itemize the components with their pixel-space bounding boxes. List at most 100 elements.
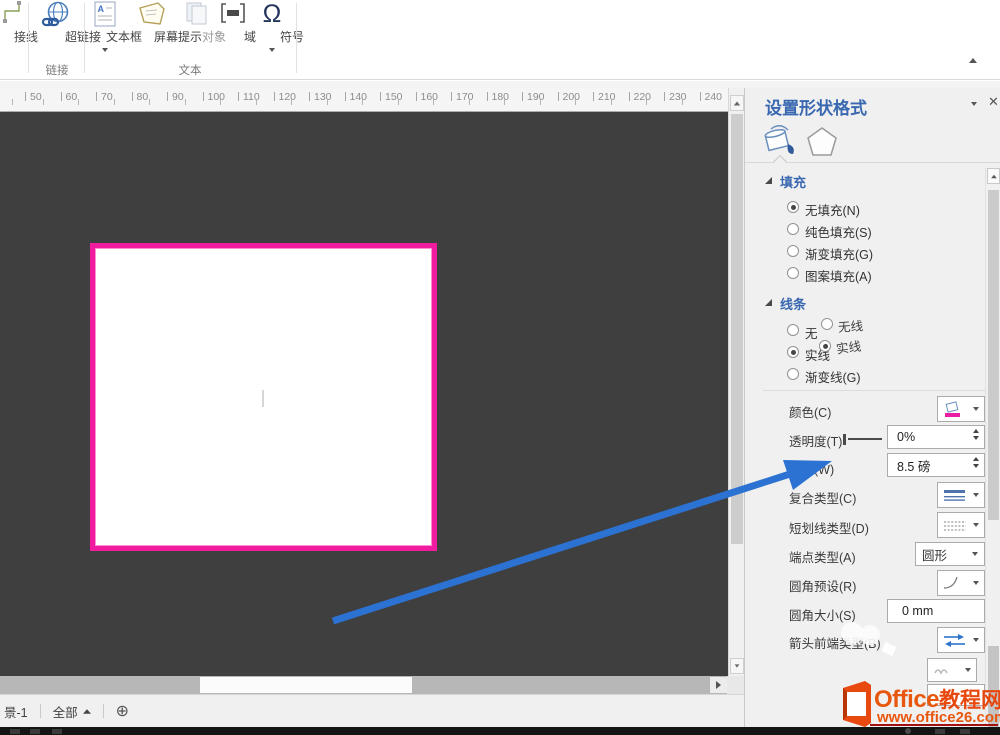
ruler-tick — [646, 99, 647, 105]
taskbar-icon[interactable] — [10, 729, 20, 734]
ruler-number: 120 — [279, 91, 297, 103]
ruler-tick — [185, 99, 186, 105]
round-size-value: 0 mm — [902, 604, 933, 618]
transparency-slider-track[interactable] — [848, 438, 882, 440]
round-preset-label: 圆角预设(R) — [789, 576, 856, 595]
vertical-scrollbar[interactable] — [728, 88, 744, 676]
fill-section-header[interactable]: 填充 — [780, 172, 806, 191]
fill-expander-icon[interactable] — [765, 177, 772, 184]
horizontal-scrollbar[interactable] — [0, 676, 744, 694]
arrow-head-dropdown[interactable] — [937, 627, 985, 653]
width-spinner[interactable]: 8.5 磅 — [887, 453, 985, 477]
arrow-ends-icon — [943, 633, 966, 648]
page-tab[interactable]: 景-1 — [4, 702, 28, 721]
radio-pattern-fill[interactable] — [787, 267, 799, 279]
ghost-blob — [860, 625, 880, 645]
spinner-arrows[interactable] — [973, 429, 979, 440]
transparency-slider-thumb[interactable] — [843, 434, 846, 445]
scroll-up-button[interactable] — [730, 95, 744, 111]
radio-solid-fill[interactable] — [787, 223, 799, 235]
line-color-button[interactable] — [937, 396, 985, 422]
panel-scrollbar[interactable] — [985, 168, 1000, 735]
ruler-tick — [593, 92, 594, 101]
ruler-tick — [540, 99, 541, 105]
format-shape-panel: 设置形状格式 ✕ 填充 无填充(N) 纯色填充(S) — [744, 88, 1000, 735]
ruler-number: 110 — [243, 91, 260, 103]
radio-no-line[interactable] — [787, 324, 799, 336]
panel-close-button[interactable]: ✕ — [988, 94, 1000, 110]
radio-gradient-line[interactable] — [787, 368, 799, 380]
ribbon-group-link: 链接 — [31, 62, 83, 78]
ruler-number: 100 — [208, 91, 226, 103]
cap-type-dropdown[interactable]: 圆形 — [915, 542, 985, 566]
watermark: Office教程网 www.office26.com — [828, 678, 1000, 730]
ghost-blob — [881, 642, 896, 656]
ribbon-button-connector[interactable]: 接线 — [0, 0, 26, 78]
line-section-header[interactable]: 线条 — [780, 294, 806, 313]
compound-type-label: 复合类型(C) — [789, 488, 856, 507]
office-logo-icon — [830, 680, 874, 730]
spinner-arrows[interactable] — [973, 457, 979, 468]
pentagon-icon — [805, 125, 839, 159]
panel-scroll-up-button[interactable] — [987, 168, 1000, 184]
radio-gradient-fill[interactable] — [787, 245, 799, 257]
ruler-tick — [362, 99, 363, 105]
taskbar-icon[interactable] — [52, 729, 62, 734]
collapse-ribbon-icon[interactable] — [969, 58, 977, 63]
cap-type-label: 端点类型(A) — [789, 547, 856, 566]
dash-type-label: 短划线类型(D) — [789, 518, 869, 537]
radio-label[interactable]: 渐变线(G) — [805, 367, 861, 386]
radio-label[interactable]: 渐变填充(G) — [805, 244, 873, 263]
scroll-up-icon — [734, 101, 740, 105]
radio-label[interactable]: 纯色填充(S) — [805, 222, 872, 241]
ruler-number: 200 — [563, 91, 581, 103]
ruler-tick — [220, 99, 221, 105]
radio-label[interactable]: 无 — [805, 323, 818, 342]
transparency-value: 0% — [897, 430, 915, 444]
transparency-spinner[interactable]: 0% — [887, 425, 985, 449]
round-preset-dropdown[interactable] — [937, 570, 985, 596]
add-page-button[interactable]: ⊕ — [116, 701, 129, 721]
ribbon-divider — [296, 3, 297, 73]
scope-selector[interactable]: 全部 — [53, 702, 91, 721]
taskbar-icon[interactable] — [30, 729, 40, 734]
vertical-scroll-thumb[interactable] — [731, 114, 743, 544]
ruler-tick — [291, 99, 292, 105]
tab-shape-options[interactable] — [805, 125, 839, 164]
width-value: 8.5 磅 — [897, 456, 930, 475]
ruler-number: 170 — [456, 91, 474, 103]
radio-no-fill[interactable] — [787, 201, 799, 213]
round-size-input[interactable]: 0 mm — [887, 599, 985, 623]
dropdown-caret-icon — [102, 48, 108, 52]
ruler-tick — [238, 92, 239, 101]
scroll-down-button[interactable] — [730, 658, 744, 674]
panel-scroll-thumb[interactable] — [988, 190, 999, 520]
ruler-number: 210 — [598, 91, 616, 103]
compound-type-dropdown[interactable] — [937, 482, 985, 508]
panel-menu-caret-icon[interactable] — [971, 102, 977, 106]
ribbon-divider — [28, 3, 29, 73]
watermark-underline — [870, 724, 998, 726]
radio-label[interactable]: 图案填充(A) — [805, 266, 872, 285]
scroll-right-button[interactable] — [710, 677, 727, 693]
horizontal-scroll-thumb[interactable] — [200, 677, 412, 693]
ruler-number: 190 — [527, 91, 545, 103]
ruler-tick — [380, 92, 381, 101]
line-expander-icon[interactable] — [765, 299, 772, 306]
radio-label[interactable]: 无填充(N) — [805, 200, 860, 219]
dash-lines-icon — [943, 519, 967, 532]
ghost-radio-no-line — [821, 318, 834, 331]
radio-solid-line[interactable] — [787, 346, 799, 358]
dropdown-caret-icon — [973, 581, 979, 585]
ruler-tick — [575, 99, 576, 105]
app-window: 接线 超链接 A — [0, 0, 1000, 735]
ribbon-label: 符号 — [272, 28, 312, 45]
ruler-tick — [664, 92, 665, 101]
ruler-tick — [629, 92, 630, 101]
dash-type-dropdown[interactable] — [937, 512, 985, 538]
panel-title: 设置形状格式 — [765, 94, 867, 119]
paint-bucket-icon — [761, 124, 801, 160]
ghost-radio-label: 实线 — [835, 335, 862, 357]
ruler-number: 140 — [350, 91, 368, 103]
ruler-number: 240 — [705, 91, 723, 103]
